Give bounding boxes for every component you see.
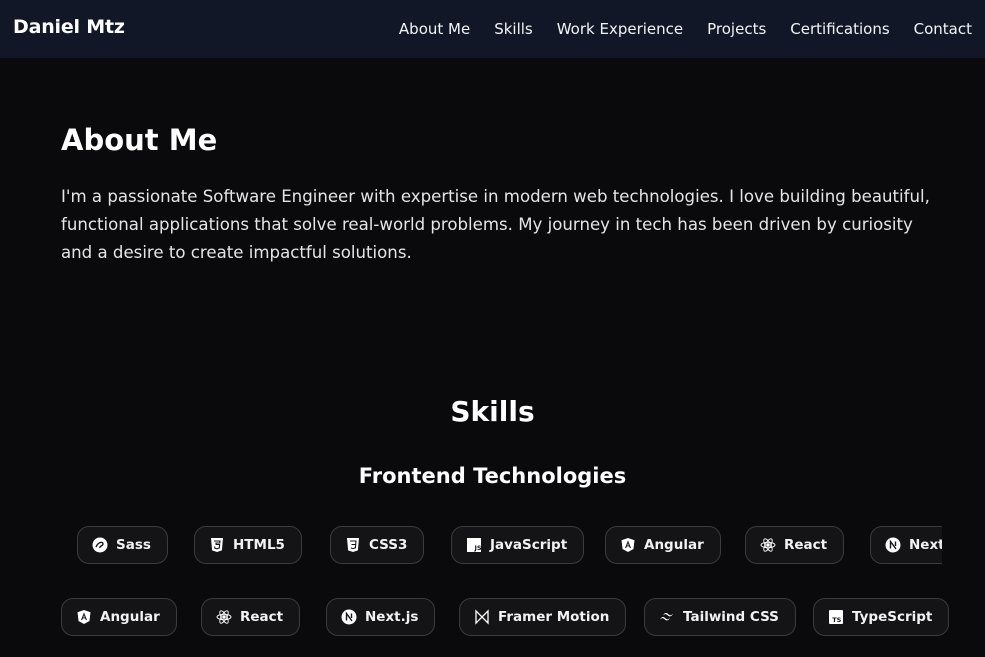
skills-marquee-row-1: Sass HTML5 CSS3 JS JavaScript Angular Re… [42, 526, 942, 568]
nav-links: About Me Skills Work Experience Projects… [375, 0, 972, 58]
skill-label: Next.js [365, 609, 419, 625]
skill-pill-react[interactable]: React [745, 526, 845, 564]
nav-link-work-experience[interactable]: Work Experience [557, 20, 683, 38]
skill-pill-nextjs[interactable]: Next.js [870, 526, 942, 564]
framer-motion-icon [474, 609, 490, 625]
frontend-category-title: Frontend Technologies [358, 464, 627, 488]
skills-marquee-row-2: Angular React Next.js Framer Motion Tail… [0, 598, 985, 638]
about-title: About Me [61, 123, 218, 157]
skill-pill-typescript[interactable]: TS TypeScript [813, 598, 950, 636]
react-icon [216, 609, 232, 625]
javascript-icon: JS [466, 537, 482, 553]
nextjs-icon [885, 537, 901, 553]
skill-label: Framer Motion [498, 609, 610, 625]
skill-label: Sass [116, 537, 151, 553]
nav-link-contact[interactable]: Contact [914, 20, 972, 38]
skill-label: Tailwind CSS [683, 609, 779, 625]
skill-pill-javascript[interactable]: JS JavaScript [451, 526, 585, 564]
skill-pill-sass[interactable]: Sass [77, 526, 168, 564]
skill-pill-nextjs[interactable]: Next.js [326, 598, 436, 636]
skill-pill-angular[interactable]: Angular [61, 598, 177, 636]
skill-pill-react[interactable]: React [201, 598, 301, 636]
angular-icon [76, 609, 92, 625]
svg-text:TS: TS [832, 616, 841, 624]
skill-pill-framer-motion[interactable]: Framer Motion [459, 598, 627, 636]
skill-label: React [240, 609, 284, 625]
skill-label: React [784, 537, 828, 553]
nav-link-skills[interactable]: Skills [494, 20, 533, 38]
top-navbar: Daniel Mtz About Me Skills Work Experien… [0, 0, 985, 58]
css3-icon [345, 537, 361, 553]
skill-label: HTML5 [233, 537, 285, 553]
skill-pill-tailwind-css[interactable]: Tailwind CSS [644, 598, 796, 636]
skill-label: TypeScript [852, 609, 933, 625]
angular-icon [620, 537, 636, 553]
nav-link-projects[interactable]: Projects [707, 20, 766, 38]
skill-pill-html5[interactable]: HTML5 [194, 526, 302, 564]
sass-icon [92, 537, 108, 553]
react-icon [760, 537, 776, 553]
brand-logo[interactable]: Daniel Mtz [13, 16, 125, 38]
nav-link-about-me[interactable]: About Me [399, 20, 470, 38]
skill-pill-angular[interactable]: Angular [605, 526, 721, 564]
nextjs-icon [341, 609, 357, 625]
tailwind-icon [659, 609, 675, 625]
html5-icon [209, 537, 225, 553]
skill-label: CSS3 [369, 537, 408, 553]
skill-label: Next.js [909, 537, 942, 553]
svg-text:JS: JS [474, 544, 482, 552]
about-text: I'm a passionate Software Engineer with … [61, 187, 930, 262]
skill-label: Angular [100, 609, 160, 625]
skills-title: Skills [450, 395, 535, 428]
skill-label: JavaScript [490, 537, 568, 553]
nav-link-certifications[interactable]: Certifications [790, 20, 889, 38]
skill-pill-css3[interactable]: CSS3 [330, 526, 425, 564]
skill-label: Angular [644, 537, 704, 553]
typescript-icon: TS [828, 609, 844, 625]
